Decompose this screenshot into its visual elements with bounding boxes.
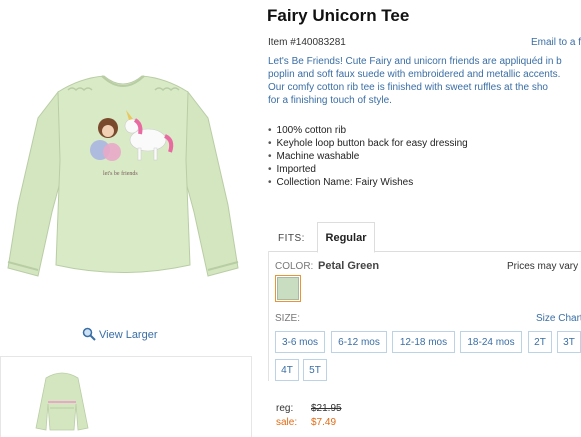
feature-list: 100% cotton rib Keyhole loop button back… xyxy=(268,124,468,189)
feature-item: Collection Name: Fairy Wishes xyxy=(268,176,468,189)
magnifier-icon xyxy=(82,327,96,341)
product-thumbnail[interactable] xyxy=(34,368,90,432)
feature-item: 100% cotton rib xyxy=(268,124,468,137)
prices-may-vary-note: Prices may vary xyxy=(507,261,579,272)
regular-price: $21.95 xyxy=(311,403,342,414)
swatch-fill xyxy=(277,277,299,300)
item-number: Item #140083281 xyxy=(268,37,346,48)
fits-label: FITS: xyxy=(278,233,305,244)
size-option-5t[interactable]: 5T xyxy=(303,359,327,381)
view-larger-label: View Larger xyxy=(99,329,158,341)
size-option-2t[interactable]: 2T xyxy=(528,331,552,353)
tab-regular-label: Regular xyxy=(325,232,367,244)
product-image[interactable]: let's be friends xyxy=(0,0,260,320)
color-swatch-petal-green[interactable] xyxy=(275,275,301,302)
shirt-graphic-text: let's be friends xyxy=(103,170,138,177)
feature-item: Machine washable xyxy=(268,150,468,163)
product-title: Fairy Unicorn Tee xyxy=(267,6,410,25)
size-option-4t[interactable]: 4T xyxy=(275,359,299,381)
fits-tab-bar xyxy=(268,222,581,252)
regular-price-label: reg: xyxy=(276,403,294,414)
size-option-18-24-mos[interactable]: 18-24 mos xyxy=(460,331,522,353)
product-description: Let's Be Friends! Cute Fairy and unicorn… xyxy=(268,55,581,107)
size-option-6-12-mos[interactable]: 6-12 mos xyxy=(331,331,387,353)
email-friend-link[interactable]: Email to a friend xyxy=(531,37,581,48)
description-line: poplin and soft faux suede with embroide… xyxy=(268,69,561,80)
description-line: for a finishing touch of style. xyxy=(268,95,392,106)
size-label: SIZE: xyxy=(275,313,301,324)
color-value: Petal Green xyxy=(318,260,380,272)
size-option-3-6-mos[interactable]: 3-6 mos xyxy=(275,331,325,353)
sale-price: $7.49 xyxy=(311,417,337,428)
description-line: Let's Be Friends! Cute Fairy and unicorn… xyxy=(268,56,562,67)
feature-item: Imported xyxy=(268,163,468,176)
view-larger-link[interactable]: View Larger xyxy=(82,327,158,341)
description-line: Our comfy cotton rib tee is finished wit… xyxy=(268,82,548,93)
tab-regular-fit[interactable]: Regular xyxy=(317,222,375,253)
feature-item: Keyhole loop button back for easy dressi… xyxy=(268,137,468,150)
size-option-3t[interactable]: 3T xyxy=(557,331,581,353)
size-chart-link[interactable]: Size Chart xyxy=(536,313,581,324)
color-label: COLOR: xyxy=(275,261,314,272)
sale-price-label: sale: xyxy=(276,417,298,428)
size-option-12-18-mos[interactable]: 12-18 mos xyxy=(392,331,455,353)
